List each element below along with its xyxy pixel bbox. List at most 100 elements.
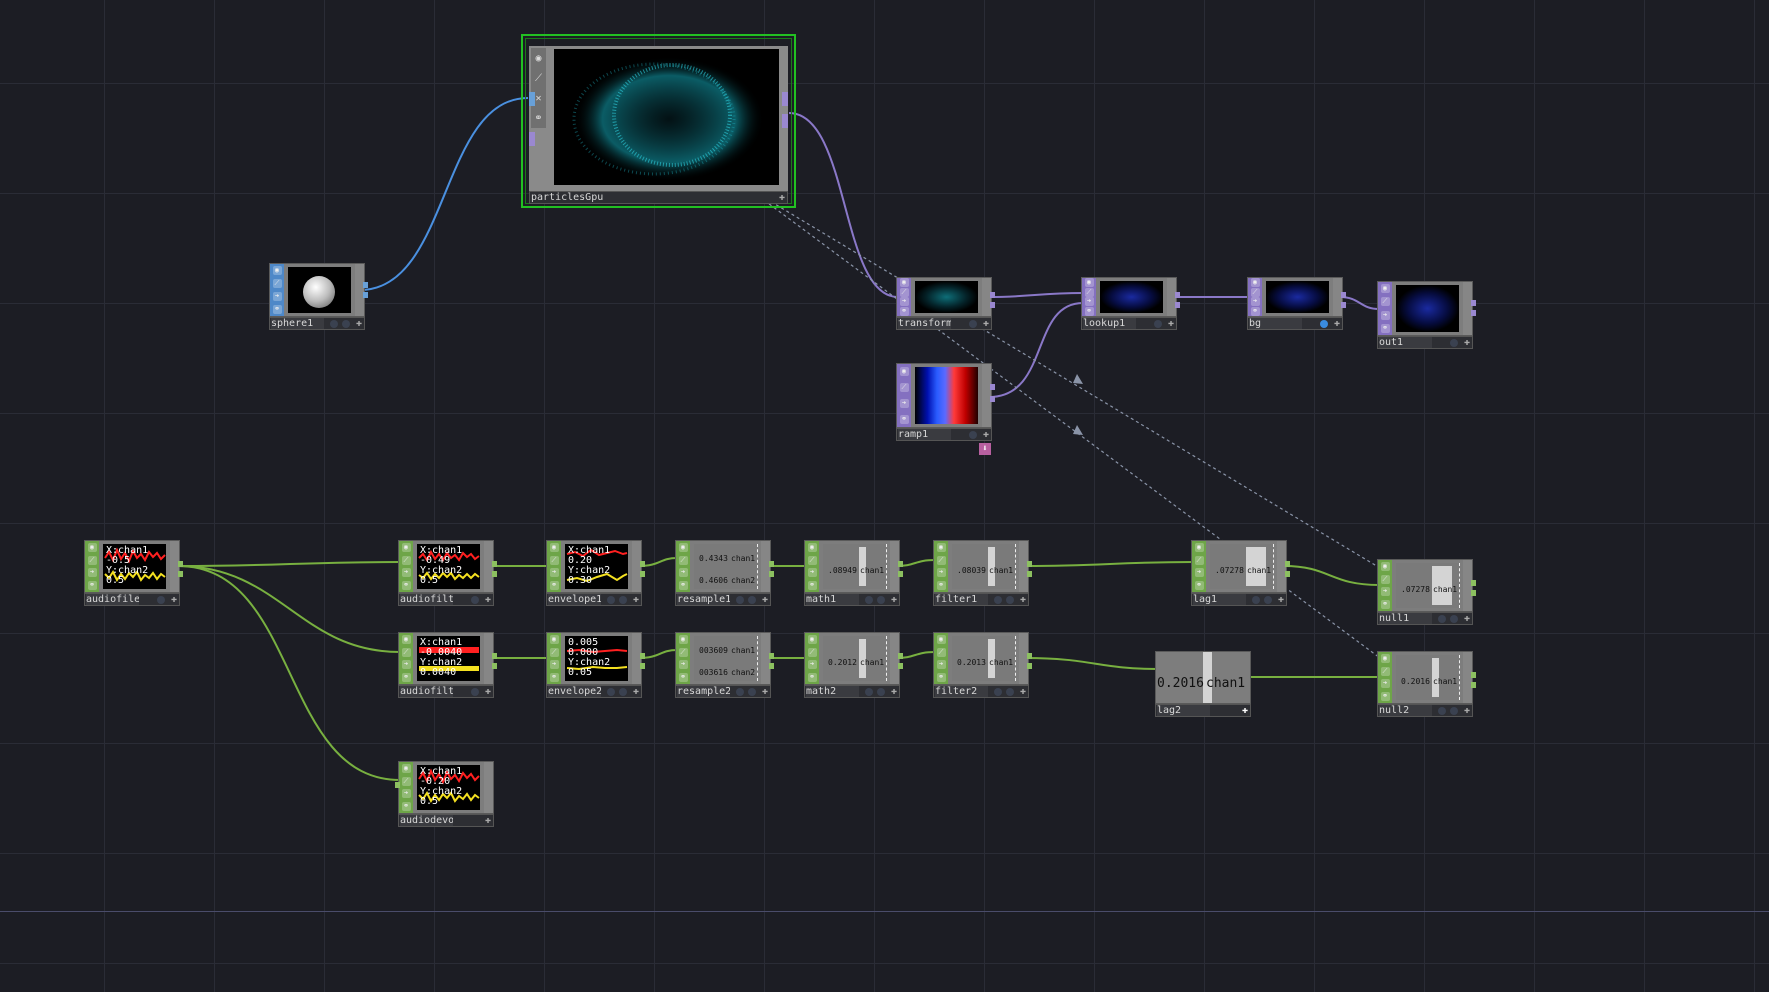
flag-dot[interactable] bbox=[1438, 707, 1446, 715]
node-name[interactable]: resample2 bbox=[677, 686, 730, 697]
clone-icon[interactable]: ⚭ bbox=[272, 305, 282, 314]
clone-icon[interactable]: ⚭ bbox=[401, 673, 411, 683]
viewer-icon[interactable]: ◉ bbox=[1084, 278, 1094, 288]
particlesgpu-viewer[interactable] bbox=[554, 49, 779, 185]
null2-node[interactable]: ◉ ⟋ ➜ ⚭ 0.2016 chan1 null2 ✚ bbox=[1377, 651, 1476, 717]
channel-viewer[interactable]: 0.2016 chan1 bbox=[1396, 655, 1459, 700]
waveform-viewer[interactable]: 0.005 0.000 Y:chan2 0.05 bbox=[565, 636, 628, 681]
output-port[interactable] bbox=[898, 561, 903, 567]
bypass-icon[interactable]: ⟋ bbox=[549, 555, 559, 565]
flag-dot[interactable] bbox=[748, 596, 756, 604]
bypass-icon[interactable]: ⟋ bbox=[899, 287, 909, 297]
viewer-icon[interactable]: ◉ bbox=[1194, 542, 1204, 552]
flag-dot[interactable] bbox=[157, 596, 165, 604]
math1-node[interactable]: ◉ ⟋ ➜ ⚭ .08949 chan1 math1 ✚ bbox=[804, 540, 903, 606]
output-port[interactable] bbox=[1027, 571, 1032, 577]
audiofilter2-node[interactable]: ◉ ⟋ ➜ ⚭ X:chan1 -0.0040 Y:chan2 0.0040 audi… bbox=[398, 632, 497, 698]
output-port[interactable] bbox=[990, 396, 995, 402]
sphere1-node[interactable]: ◉ ⟋ ➜ ⚭ sphere1 ✚ bbox=[269, 263, 368, 330]
output-port[interactable] bbox=[1471, 300, 1476, 306]
node-name[interactable]: null1 bbox=[1379, 613, 1432, 624]
flag-dot[interactable] bbox=[994, 596, 1002, 604]
flag-dot[interactable] bbox=[1438, 615, 1446, 623]
add-icon[interactable]: ✚ bbox=[983, 429, 989, 440]
output-port[interactable] bbox=[769, 653, 774, 659]
bypass-icon[interactable]: ⟋ bbox=[807, 647, 817, 657]
viewer-icon[interactable]: ◉ bbox=[272, 266, 282, 275]
output-port[interactable] bbox=[1471, 580, 1476, 586]
audiofilein1-node[interactable]: ◉ ⟋ ➜ ⚭ X:chan1 -0.5 Y:chan2 0.5 audiofilei… bbox=[84, 540, 183, 606]
arrow-icon[interactable]: ➜ bbox=[678, 660, 688, 670]
particlesgpu-inport[interactable] bbox=[529, 92, 535, 106]
flag-dot[interactable] bbox=[877, 688, 885, 696]
node-name[interactable]: resample1 bbox=[677, 594, 730, 605]
output-port[interactable] bbox=[1027, 663, 1032, 669]
bypass-icon[interactable]: ⟋ bbox=[678, 647, 688, 657]
output-port[interactable] bbox=[492, 571, 497, 577]
flag-dot[interactable] bbox=[969, 320, 977, 328]
clone-icon[interactable]: ⚭ bbox=[1194, 581, 1204, 591]
bypass-icon[interactable]: ⟋ bbox=[549, 647, 559, 657]
channel-viewer[interactable]: 0.2013 chan1 bbox=[952, 636, 1015, 681]
viewer-icon[interactable]: ◉ bbox=[401, 763, 411, 773]
output-port[interactable] bbox=[1285, 561, 1290, 567]
transform1-thumbnail[interactable] bbox=[915, 281, 978, 313]
output-port[interactable] bbox=[363, 282, 368, 288]
flag-dot[interactable] bbox=[736, 688, 744, 696]
flag-dot[interactable] bbox=[607, 596, 615, 604]
viewer-icon[interactable]: ◉ bbox=[1380, 284, 1390, 294]
bypass-icon[interactable]: ⟋ bbox=[1084, 287, 1094, 297]
channel-viewer[interactable]: 003609 chan1 003616 chan2 bbox=[694, 636, 757, 681]
flag-dot[interactable] bbox=[1154, 320, 1162, 328]
resample2-node[interactable]: ◉ ⟋ ➜ ⚭ 003609 chan1 003616 chan2 resample2… bbox=[675, 632, 774, 698]
bypass-icon[interactable]: ⟋ bbox=[1380, 574, 1390, 584]
lookup1-node[interactable]: ◉ ⟋ ➜ ⚭ lookup1 ✚ bbox=[1081, 277, 1180, 330]
clone-icon[interactable]: ⚭ bbox=[401, 581, 411, 591]
output-port[interactable] bbox=[492, 663, 497, 669]
clone-icon[interactable]: ⚭ bbox=[401, 802, 411, 812]
clone-icon[interactable]: ⚭ bbox=[1380, 600, 1390, 610]
flag-dot[interactable] bbox=[1006, 688, 1014, 696]
input-port[interactable] bbox=[395, 782, 400, 788]
particlesgpu-inport[interactable] bbox=[529, 132, 535, 146]
close-icon[interactable]: ✕ bbox=[535, 93, 541, 104]
viewer-icon[interactable]: ◉ bbox=[899, 367, 909, 377]
viewer-icon[interactable]: ◉ bbox=[807, 634, 817, 644]
node-name[interactable]: audiofilein1 bbox=[86, 594, 139, 605]
bypass-icon[interactable]: ⟋ bbox=[1250, 287, 1260, 297]
arrow-icon[interactable]: ➜ bbox=[936, 660, 946, 670]
flag-dot[interactable] bbox=[994, 688, 1002, 696]
clone-icon[interactable]: ⚭ bbox=[807, 673, 817, 683]
add-icon[interactable]: ✚ bbox=[633, 686, 639, 697]
clone-icon[interactable]: ⚭ bbox=[1250, 306, 1260, 316]
add-icon[interactable]: ✚ bbox=[485, 594, 491, 605]
node-name[interactable]: out1 bbox=[1379, 337, 1432, 348]
flag-dot[interactable] bbox=[330, 320, 338, 328]
output-port[interactable] bbox=[640, 663, 645, 669]
arrow-icon[interactable]: ➜ bbox=[1194, 568, 1204, 578]
node-name[interactable]: bg bbox=[1249, 318, 1302, 329]
clone-icon[interactable]: ⚭ bbox=[549, 581, 559, 591]
add-icon[interactable]: ✚ bbox=[485, 686, 491, 697]
channel-viewer[interactable]: .08039 chan1 bbox=[952, 544, 1015, 589]
add-icon[interactable]: ✚ bbox=[1464, 613, 1470, 624]
viewer-icon[interactable]: ◉ bbox=[549, 634, 559, 644]
node-name[interactable]: null2 bbox=[1379, 705, 1432, 716]
node-name[interactable]: sphere1 bbox=[271, 318, 324, 329]
sphere-thumbnail[interactable] bbox=[288, 267, 351, 313]
ramp-dock-icon[interactable]: ⬇ bbox=[979, 443, 991, 455]
clone-icon[interactable]: ⚭ bbox=[899, 306, 909, 316]
arrow-icon[interactable]: ➜ bbox=[1084, 297, 1094, 307]
output-port[interactable] bbox=[990, 292, 995, 298]
viewer-icon[interactable]: ◉ bbox=[401, 634, 411, 644]
flag-dot[interactable] bbox=[736, 596, 744, 604]
viewer-icon[interactable]: ◉ bbox=[1380, 653, 1390, 663]
clone-icon[interactable]: ⚭ bbox=[534, 113, 542, 124]
output-port[interactable] bbox=[178, 561, 183, 567]
output-port[interactable] bbox=[769, 571, 774, 577]
viewer-icon[interactable]: ◉ bbox=[1250, 278, 1260, 288]
waveform-viewer[interactable]: X:chan1 0.20 Y:chan2 0.30 bbox=[565, 544, 628, 589]
output-port[interactable] bbox=[178, 571, 183, 577]
bypass-icon[interactable]: ⟋ bbox=[899, 383, 909, 393]
flag-dot[interactable] bbox=[748, 688, 756, 696]
